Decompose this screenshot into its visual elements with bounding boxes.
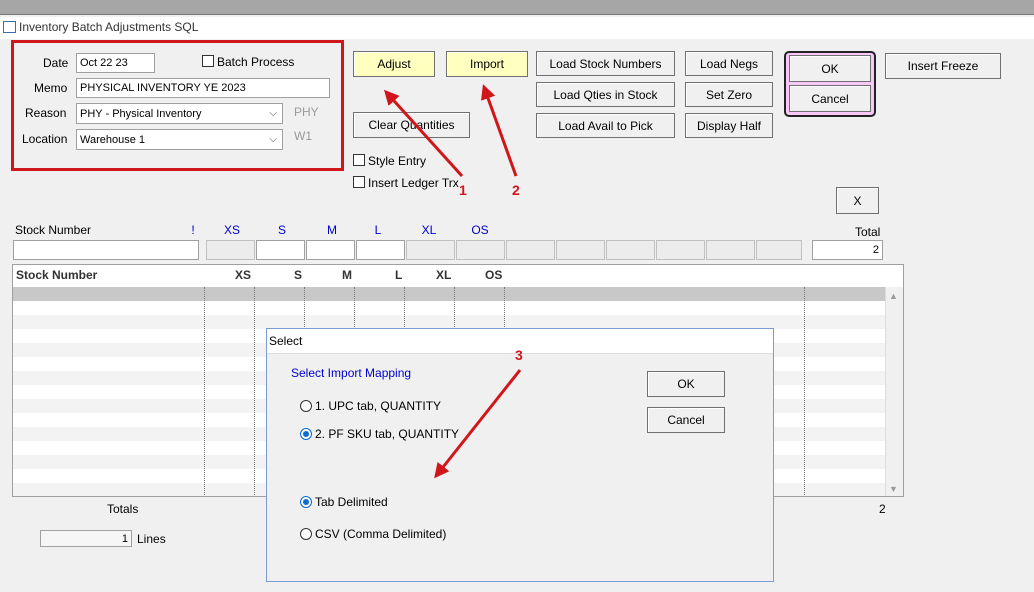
annotation-1: 1 — [459, 182, 467, 198]
style-entry-label: Style Entry — [368, 154, 427, 168]
size-input-extra[interactable] — [756, 240, 802, 260]
size-input-m[interactable] — [306, 240, 355, 260]
grid-header-m: M — [342, 268, 352, 282]
dialog-cancel-button[interactable]: Cancel — [647, 407, 725, 433]
totals-label: Totals — [107, 502, 139, 516]
total-field: 2 — [812, 240, 883, 260]
dialog-title: Select — [269, 334, 303, 348]
scroll-up-icon[interactable]: ▲ — [889, 291, 898, 301]
dialog-heading: Select Import Mapping — [291, 366, 412, 380]
format-csv-radio[interactable] — [300, 528, 312, 540]
table-row-selected[interactable] — [13, 287, 887, 301]
grid-scrollbar[interactable]: ▲ ▼ — [885, 287, 903, 496]
lines-label: Lines — [137, 532, 166, 546]
insert-freeze-button[interactable]: Insert Freeze — [885, 53, 1001, 79]
format-csv-label: CSV (Comma Delimited) — [315, 527, 447, 541]
format-tab-label: Tab Delimited — [315, 495, 388, 509]
grid-header-s: S — [294, 268, 303, 282]
size-input-l[interactable] — [356, 240, 405, 260]
grid-header-xl: XL — [436, 268, 452, 282]
bang-label: ! — [191, 223, 195, 237]
grid-header-os: OS — [485, 268, 503, 282]
window-title: Inventory Batch Adjustments SQL — [19, 20, 199, 34]
display-half-button[interactable]: Display Half — [685, 113, 773, 138]
window-icon — [3, 21, 16, 33]
size-header-xs: XS — [223, 223, 240, 237]
total-label: Total — [855, 225, 881, 239]
column-divider — [254, 287, 255, 496]
mapping-option-pf-sku-radio[interactable] — [300, 428, 312, 440]
size-header-os: OS — [471, 223, 489, 237]
totals-value: 2 — [879, 502, 886, 516]
load-qties-in-stock-button[interactable]: Load Qties in Stock — [536, 82, 675, 107]
load-negs-button[interactable]: Load Negs — [685, 51, 773, 76]
grid-header-l: L — [395, 268, 403, 282]
load-avail-to-pick-button[interactable]: Load Avail to Pick — [536, 113, 675, 138]
table-row[interactable] — [13, 315, 887, 329]
highlight-box — [11, 40, 344, 171]
cancel-button[interactable]: Cancel — [789, 85, 871, 112]
grid-header-stock-number: Stock Number — [16, 268, 98, 282]
stock-number-label: Stock Number — [15, 223, 92, 237]
size-header-s: S — [277, 223, 286, 237]
insert-ledger-trx-label: Insert Ledger Trx — [368, 176, 459, 190]
size-input-extra[interactable] — [606, 240, 655, 260]
style-entry-checkbox[interactable] — [353, 154, 365, 166]
mapping-option-pf-sku-label: 2. PF SKU tab, QUANTITY — [315, 427, 460, 441]
annotation-2: 2 — [512, 182, 520, 198]
column-divider — [204, 287, 205, 496]
top-strip — [0, 0, 1034, 15]
size-input-xl[interactable] — [406, 240, 455, 260]
size-header-l: L — [374, 223, 382, 237]
size-header-m: M — [327, 223, 337, 237]
arrow-to-import — [481, 84, 518, 177]
size-input-extra[interactable] — [556, 240, 605, 260]
mapping-option-upc-label: 1. UPC tab, QUANTITY — [315, 399, 442, 413]
grid-header-xs: XS — [235, 268, 252, 282]
adjust-button[interactable]: Adjust — [353, 51, 435, 77]
size-input-xs[interactable] — [206, 240, 255, 260]
size-input-extra[interactable] — [706, 240, 755, 260]
close-x-button[interactable]: X — [836, 187, 879, 214]
set-zero-button[interactable]: Set Zero — [685, 82, 773, 107]
column-divider — [804, 287, 805, 496]
size-input-s[interactable] — [256, 240, 305, 260]
size-input-extra[interactable] — [506, 240, 555, 260]
insert-ledger-trx-checkbox[interactable] — [353, 176, 365, 188]
load-stock-numbers-button[interactable]: Load Stock Numbers — [536, 51, 675, 76]
annotation-3: 3 — [515, 347, 523, 363]
size-header-xl: XL — [421, 223, 437, 237]
clear-quantities-button[interactable]: Clear Quantities — [353, 112, 470, 138]
ok-button[interactable]: OK — [789, 55, 871, 82]
size-input-extra[interactable] — [656, 240, 705, 260]
scroll-down-icon[interactable]: ▼ — [889, 484, 898, 494]
lines-count: 1 — [40, 530, 132, 547]
import-button[interactable]: Import — [446, 51, 528, 77]
select-import-dialog: Select Select Import Mapping 1. UPC tab,… — [266, 328, 774, 582]
stock-number-input[interactable] — [13, 240, 199, 260]
mapping-option-upc-radio[interactable] — [300, 400, 312, 412]
dialog-ok-button[interactable]: OK — [647, 371, 725, 397]
size-input-os[interactable] — [456, 240, 505, 260]
format-tab-radio[interactable] — [300, 496, 312, 508]
